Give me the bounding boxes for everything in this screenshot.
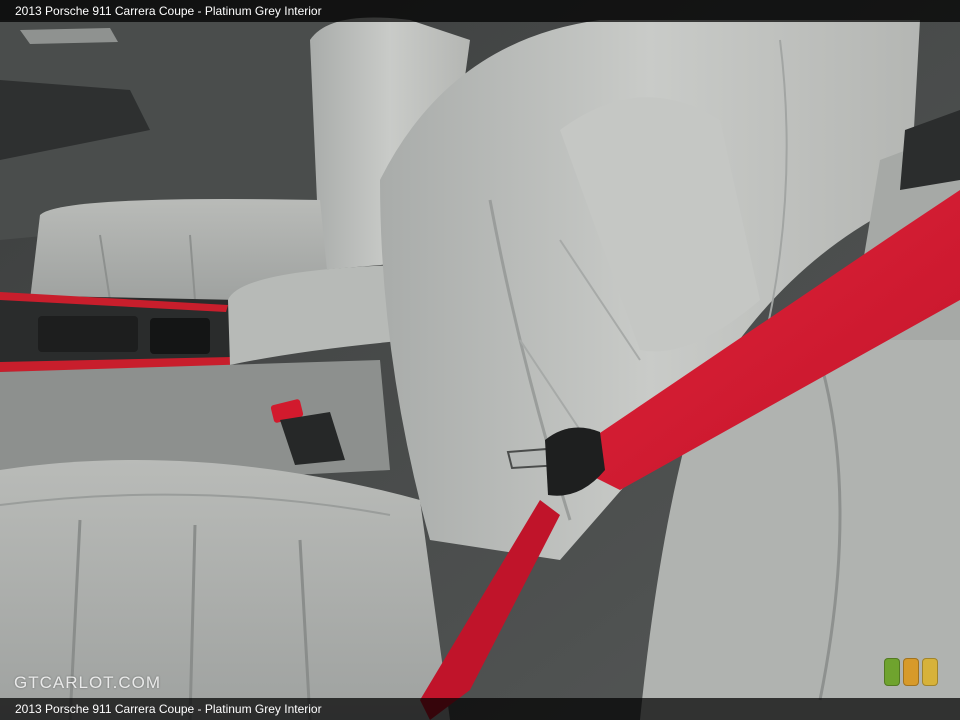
caption-top: 2013 Porsche 911 Carrera Coupe - Platinu… [0,0,960,22]
interior-photo [0,0,960,720]
watermark-logo: GTCARLOT.COM [14,673,162,692]
rating-badge-icon [884,658,938,686]
caption-bottom: 2013 Porsche 911 Carrera Coupe - Platinu… [0,698,960,720]
